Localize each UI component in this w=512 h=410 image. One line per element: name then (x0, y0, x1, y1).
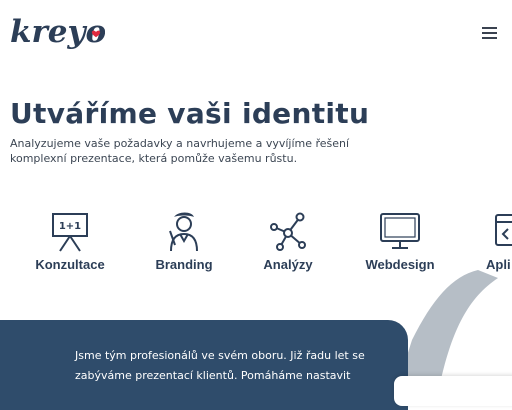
service-aplikace[interactable]: Apli (462, 209, 512, 272)
app-window-icon (495, 214, 512, 246)
service-label: Apli (486, 257, 511, 272)
service-label: Konzultace (35, 257, 105, 272)
whiteboard-text: 1+1 (59, 221, 81, 232)
service-analyzy[interactable]: Analýzy (233, 209, 343, 272)
network-icon (270, 212, 306, 251)
artist-icon (169, 212, 198, 252)
service-konzultace[interactable]: 1+1 Konzultace (15, 209, 125, 272)
service-label: Analýzy (263, 257, 313, 272)
service-branding[interactable]: Branding (129, 209, 239, 272)
about-text: Jsme tým profesionálů ve svém oboru. Již… (75, 349, 365, 382)
card-corner (394, 376, 512, 406)
service-webdesign[interactable]: Webdesign (345, 209, 455, 272)
whiteboard-icon: 1+1 (52, 213, 88, 252)
service-label: Branding (155, 257, 213, 272)
service-label: Webdesign (365, 257, 435, 272)
monitor-icon (380, 213, 420, 249)
